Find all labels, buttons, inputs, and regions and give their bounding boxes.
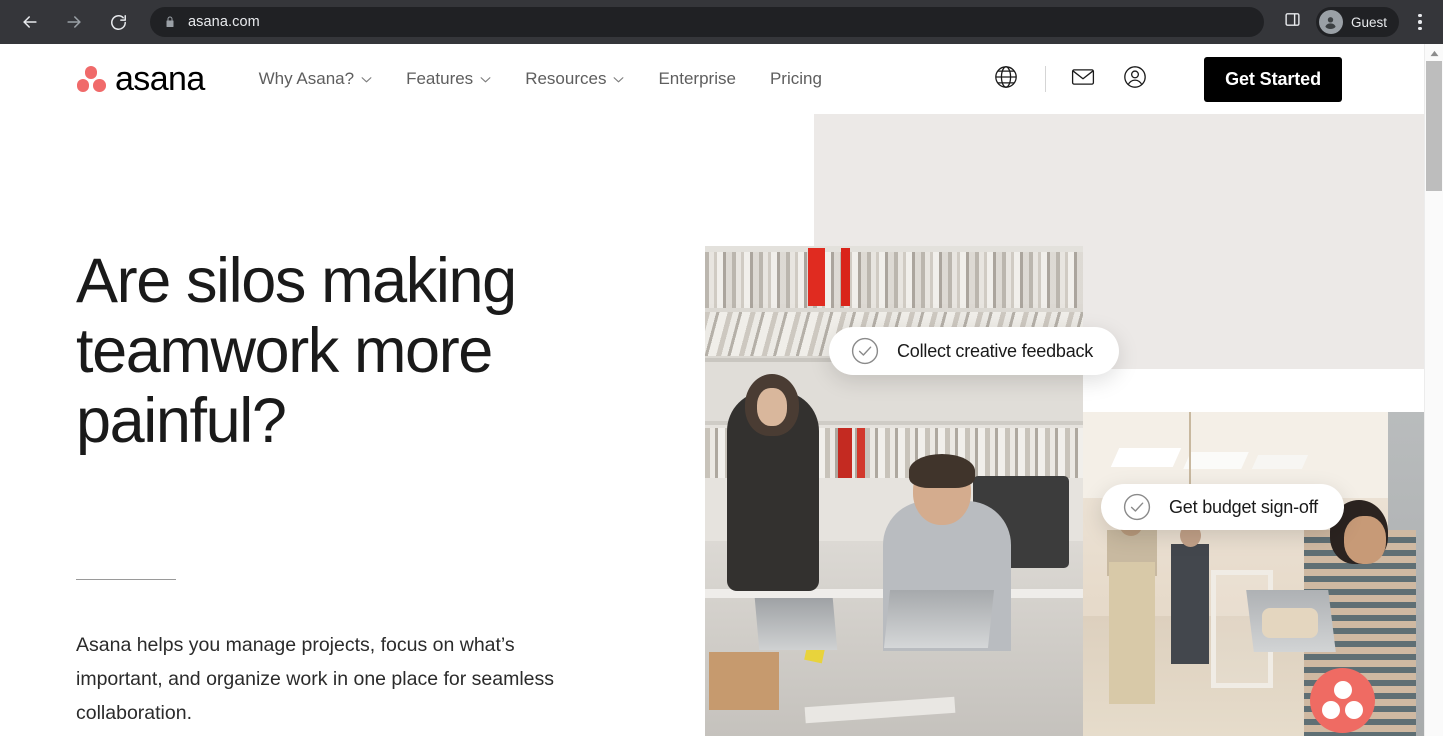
nav-item-label: Resources <box>525 69 607 88</box>
chevron-down-icon <box>613 76 624 83</box>
profile-label: Guest <box>1350 14 1387 30</box>
url-text: asana.com <box>188 14 260 30</box>
photo-laptop <box>883 590 995 648</box>
check-circle-icon <box>1123 493 1151 521</box>
badge-dot <box>1333 681 1352 699</box>
photo-person-hair <box>909 454 975 488</box>
chevron-down-icon <box>480 76 491 83</box>
nav-item-label: Pricing <box>769 69 822 88</box>
photo-person-face <box>1344 516 1386 564</box>
side-panel-icon <box>1284 11 1301 33</box>
logo-dot <box>84 66 98 79</box>
nav-item-label: Why Asana? <box>258 69 355 88</box>
photo-ceiling-light <box>1251 455 1309 469</box>
check-circle-icon <box>851 337 879 365</box>
hero-card-get-budget-sign-off[interactable]: Get budget sign-off <box>1101 484 1344 530</box>
page-viewport: Collect creative feedback Get budget sig… <box>0 44 1424 736</box>
photo-red-book <box>808 248 825 306</box>
scroll-thumb[interactable] <box>1426 61 1442 191</box>
back-arrow-icon <box>20 12 40 32</box>
menu-dot <box>1418 26 1422 31</box>
profile-button[interactable]: Guest <box>1315 7 1399 37</box>
brand-wordmark: asana <box>115 60 205 98</box>
photo-red-book <box>841 248 850 306</box>
badge-dot <box>1322 701 1340 719</box>
photo-person-arm <box>1262 608 1318 638</box>
asana-logo-badge-icon <box>1310 668 1375 733</box>
hero-description: Asana helps you manage projects, focus o… <box>76 633 554 724</box>
toolbar-actions: Guest <box>1272 7 1435 37</box>
nav-item-resources[interactable]: Resources <box>525 69 624 89</box>
menu-dot <box>1418 20 1422 24</box>
envelope-icon <box>1070 64 1096 95</box>
hero-card-label: Collect creative feedback <box>897 340 1094 361</box>
side-panel-button[interactable] <box>1278 7 1308 37</box>
photo-laptop <box>754 598 838 650</box>
nav-item-label: Features <box>406 69 474 88</box>
forward-arrow-icon <box>64 12 84 32</box>
hero-photo-studio <box>705 246 1083 736</box>
person-avatar-icon <box>1318 10 1343 34</box>
badge-dot <box>1345 701 1363 719</box>
contact-sales-button[interactable] <box>1068 64 1098 94</box>
address-bar[interactable]: asana.com <box>150 7 1264 37</box>
three-dot-menu-icon <box>1418 13 1422 18</box>
hero-card-collect-creative-feedback[interactable]: Collect creative feedback <box>829 327 1120 375</box>
nav-item-features[interactable]: Features <box>406 69 491 89</box>
reload-icon <box>109 13 128 32</box>
account-button[interactable] <box>1120 64 1150 94</box>
hero-card-label: Get budget sign-off <box>1169 496 1318 517</box>
nav-item-pricing[interactable]: Pricing <box>770 69 822 89</box>
hero-copy: Are silos making teamwork more painful? … <box>76 246 636 731</box>
header-divider <box>1045 66 1047 92</box>
nav-item-enterprise[interactable]: Enterprise <box>658 69 735 89</box>
photo-red-book <box>857 428 865 478</box>
main-navigation: Why Asana? Features Resources Enterprise <box>259 69 856 89</box>
hero-photo-gallery <box>1083 412 1424 736</box>
reload-button[interactable] <box>102 6 134 38</box>
scroll-up-button[interactable] <box>1425 44 1443 61</box>
nav-item-why-asana[interactable]: Why Asana? <box>259 69 372 89</box>
lock-icon <box>164 15 176 29</box>
asana-logo-link[interactable]: asana <box>76 62 205 96</box>
site-header: asana Why Asana? Features Resources Ente… <box>0 44 1424 114</box>
photo-person-skirt <box>1109 562 1155 704</box>
get-started-button[interactable]: Get Started <box>1204 56 1342 102</box>
page-scrollbar[interactable] <box>1424 44 1443 736</box>
photo-books-row <box>705 252 1083 308</box>
photo-cardboard-box <box>709 652 779 710</box>
person-circle-icon <box>1122 64 1148 95</box>
photo-red-book <box>838 428 852 478</box>
nav-item-label: Enterprise <box>658 69 736 88</box>
back-button[interactable] <box>14 6 46 38</box>
logo-dot <box>76 79 89 92</box>
browser-menu-button[interactable] <box>1405 7 1435 37</box>
photo-person-standing <box>1171 544 1209 664</box>
header-actions: Get Started <box>991 56 1342 102</box>
photo-person-face <box>757 388 787 426</box>
globe-icon <box>993 64 1019 95</box>
asana-logo-icon <box>76 66 106 92</box>
hero-divider <box>76 578 176 580</box>
photo-ceiling-light <box>1183 452 1249 469</box>
browser-toolbar: asana.com Guest <box>0 0 1443 44</box>
forward-button[interactable] <box>58 6 90 38</box>
scroll-up-arrow-icon <box>1430 44 1439 62</box>
photo-ceiling-light <box>1110 448 1182 467</box>
chevron-down-icon <box>361 76 372 83</box>
logo-dot <box>93 79 106 92</box>
language-selector-button[interactable] <box>991 64 1021 94</box>
page-title: Are silos making teamwork more painful? <box>76 246 517 456</box>
